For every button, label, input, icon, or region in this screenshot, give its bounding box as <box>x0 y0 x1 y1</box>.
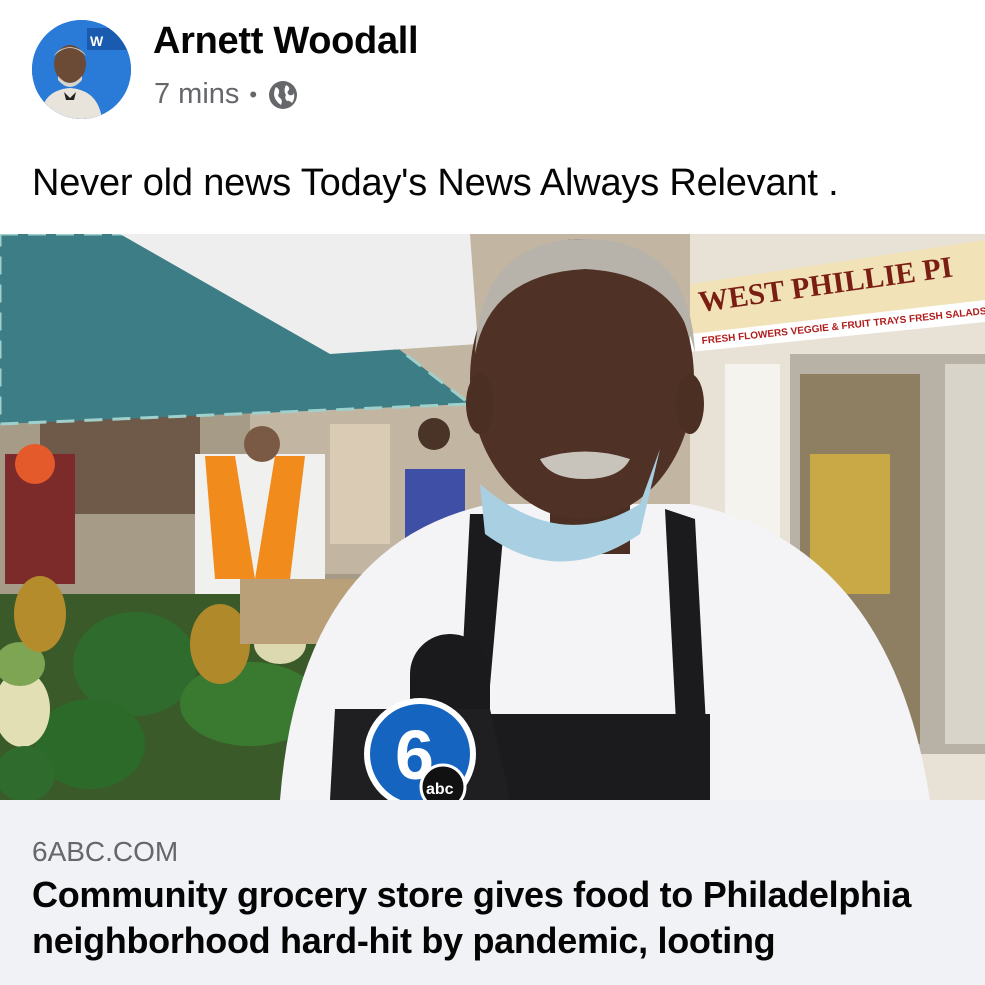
link-preview-image[interactable]: WEST PHILLIE PI FRESH FLOWERS VEGGIE & F… <box>0 234 985 800</box>
svg-text:W: W <box>90 33 104 49</box>
post-meta: 7 mins • <box>154 78 299 111</box>
link-preview-card[interactable]: 6ABC.COM Community grocery store gives f… <box>0 800 985 985</box>
post-text: Never old news Today's News Always Relev… <box>32 162 839 204</box>
post-timestamp[interactable]: 7 mins <box>154 78 239 111</box>
abc-logo-text: abc <box>426 781 454 798</box>
author-name[interactable]: Arnett Woodall <box>153 20 419 63</box>
meta-separator: • <box>249 81 258 107</box>
author-avatar[interactable]: W <box>32 20 131 119</box>
globe-icon[interactable] <box>267 79 299 111</box>
post-header: W Arnett Woodall 7 mins • <box>0 0 985 140</box>
link-headline[interactable]: Community grocery store gives food to Ph… <box>32 872 985 964</box>
link-domain: 6ABC.COM <box>32 836 179 867</box>
